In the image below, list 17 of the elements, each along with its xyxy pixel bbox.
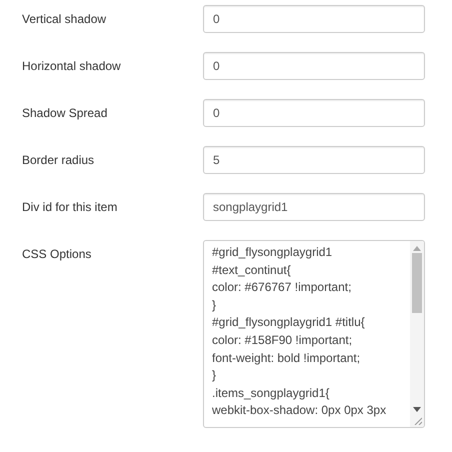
field-label: Div id for this item [22, 199, 118, 216]
scrollbar[interactable] [410, 241, 424, 427]
text-input[interactable]: songplaygrid1 [203, 193, 425, 221]
field-label: Border radius [22, 152, 96, 169]
field-label: CSS Options [22, 246, 92, 263]
text-input[interactable]: 0 [203, 5, 425, 33]
field-label: Vertical shadow [22, 11, 108, 28]
text-input[interactable]: 0 [203, 99, 425, 127]
field-label: Horizontal shadow [22, 58, 122, 75]
css-options-textarea[interactable]: #grid_flysongplaygrid1 #text_continut{ color: #676767 !important; } #grid_flysongplaygrid1 #titlu{ color: #158F90 !important; font-weight: bold !important; } .items_songplaygrid1{ webkit-box-shadow: 0px 0px 3px [203, 240, 425, 428]
text-input[interactable]: 5 [203, 146, 425, 174]
field-label: Shadow Spread [22, 105, 108, 122]
scrollbar-thumb[interactable] [412, 253, 422, 313]
resize-grip-icon[interactable] [414, 417, 422, 425]
scroll-down-icon[interactable] [413, 407, 421, 413]
scroll-up-icon[interactable] [413, 245, 421, 251]
text-input[interactable]: 0 [203, 52, 425, 80]
